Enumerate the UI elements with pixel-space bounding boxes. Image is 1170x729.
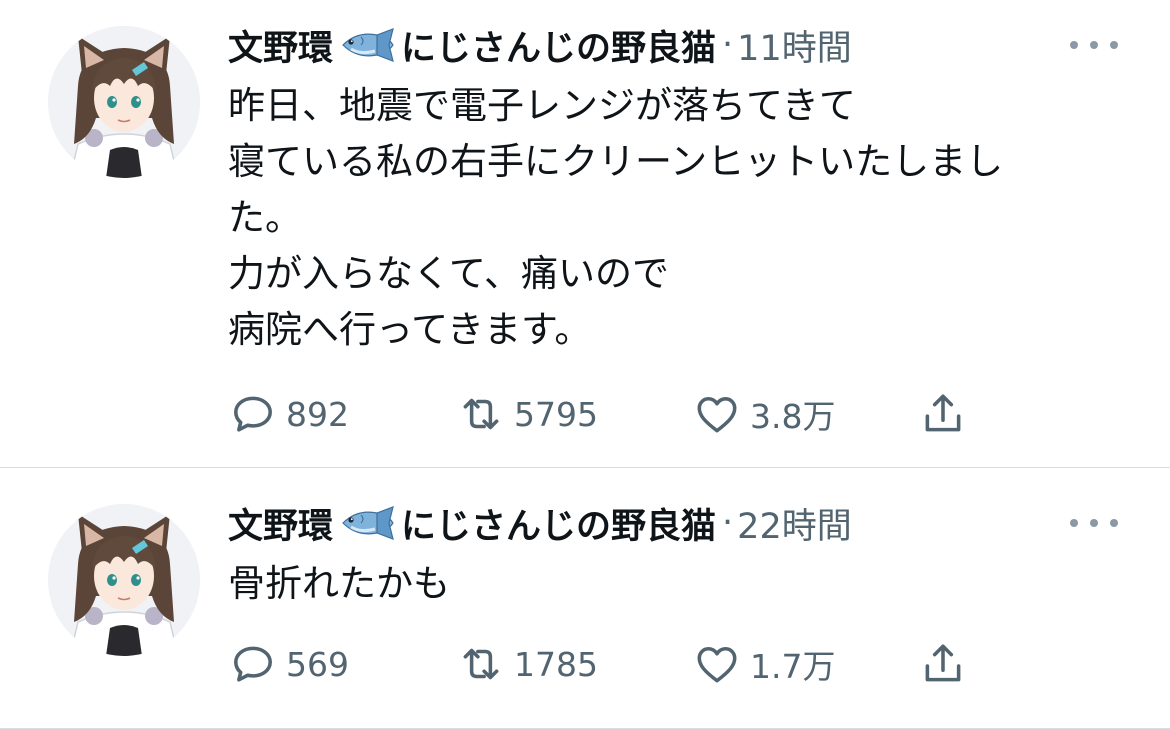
separator-dot: ·: [722, 25, 734, 65]
reply-icon: [234, 396, 272, 432]
tweet[interactable]: 文野環 にじさんじの野良猫 · 22時間 骨折れたかも 569 1785 1.7…: [0, 468, 1170, 729]
tweet[interactable]: 文野環 にじさんじの野良猫 · 11時間 昨日、地震で電子レンジが落ちてきて 寝…: [0, 0, 1170, 468]
author-name[interactable]: 文野環: [228, 498, 333, 549]
tweet-text-line: 寝ている私の右手にクリーンヒットいたしまし: [228, 140, 1004, 183]
timestamp[interactable]: 11時間: [737, 20, 852, 71]
like-button[interactable]: 3.8万: [692, 384, 835, 444]
tweet-actions: 892 5795 3.8万: [228, 384, 988, 444]
retweet-icon: [463, 648, 499, 680]
heart-icon: [697, 397, 737, 433]
share-button[interactable]: [918, 634, 968, 694]
tweet-text-line: 力が入らなくて、痛いので: [228, 252, 670, 295]
avatar-image: [48, 504, 200, 656]
author-name[interactable]: 文野環: [228, 20, 333, 71]
separator-dot: ·: [722, 503, 734, 543]
fish-emoji-icon: [341, 27, 395, 63]
retweet-button[interactable]: 1785: [456, 634, 598, 694]
author-name-suffix[interactable]: にじさんじの野良猫: [401, 498, 716, 549]
timestamp[interactable]: 22時間: [737, 498, 852, 549]
like-count: 3.8万: [750, 397, 836, 436]
avatar[interactable]: [48, 504, 200, 656]
reply-count: 892: [286, 394, 349, 434]
tweet-text-line: 骨折れたかも: [228, 562, 450, 605]
tweet-text: 骨折れたかも: [228, 556, 450, 612]
like-button[interactable]: 1.7万: [692, 634, 835, 694]
avatar-image: [48, 26, 200, 178]
more-icon[interactable]: [1070, 508, 1118, 538]
retweet-icon: [463, 398, 499, 430]
tweet-text-line: 病院へ行ってきます。: [228, 308, 592, 351]
reply-button[interactable]: 892: [228, 384, 349, 444]
share-button[interactable]: [918, 384, 968, 444]
heart-icon: [697, 647, 737, 683]
retweet-count: 5795: [514, 394, 598, 434]
tweet-header: 文野環 にじさんじの野良猫 · 22時間: [228, 496, 852, 550]
tweet-header: 文野環 にじさんじの野良猫 · 11時間: [228, 18, 852, 72]
tweet-text-line: 昨日、地震で電子レンジが落ちてきて: [228, 84, 856, 127]
more-icon[interactable]: [1070, 30, 1118, 60]
tweet-actions: 569 1785 1.7万: [228, 634, 988, 694]
tweet-text-line: た。: [228, 196, 302, 239]
avatar[interactable]: [48, 26, 200, 178]
fish-emoji-icon: [341, 505, 395, 541]
reply-icon: [234, 646, 272, 682]
share-icon: [925, 644, 961, 682]
author-name-suffix[interactable]: にじさんじの野良猫: [401, 20, 716, 71]
reply-button[interactable]: 569: [228, 634, 349, 694]
tweet-text: 昨日、地震で電子レンジが落ちてきて 寝ている私の右手にクリーンヒットいたしまし …: [228, 78, 1003, 358]
retweet-button[interactable]: 5795: [456, 384, 598, 444]
share-icon: [925, 394, 961, 432]
retweet-count: 1785: [514, 644, 598, 684]
like-count: 1.7万: [750, 647, 836, 686]
reply-count: 569: [286, 644, 349, 684]
